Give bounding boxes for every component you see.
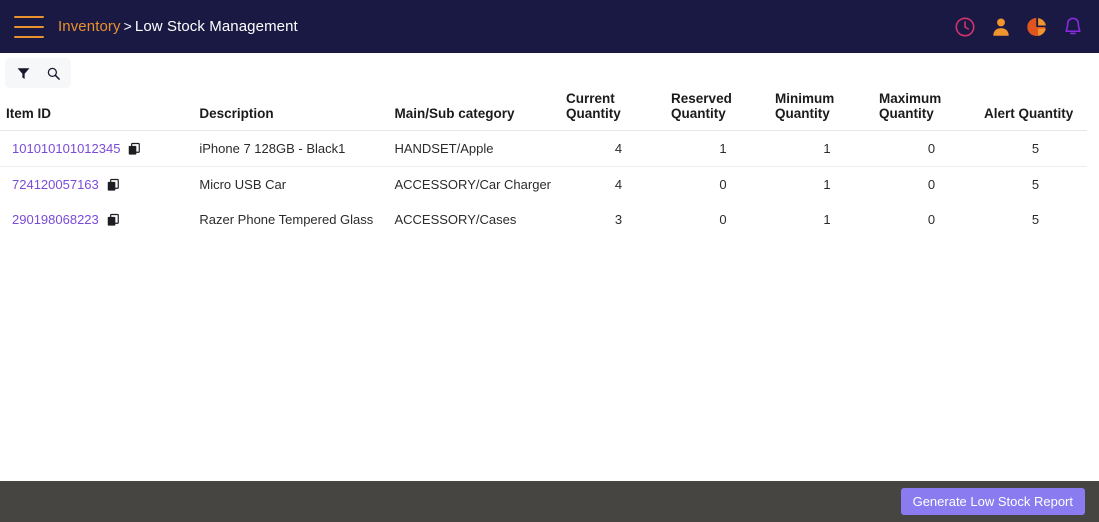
column-header-reserved-quantity[interactable]: Reserved Quantity [671, 91, 775, 131]
column-header-minimum-quantity[interactable]: Minimum Quantity [775, 91, 879, 131]
cell-alert-quantity: 5 [1031, 177, 1040, 192]
cell-reserved-quantity: 0 [719, 212, 727, 227]
column-header-item-id[interactable]: Item ID [0, 91, 200, 131]
table-row[interactable]: 101010101012345 iPhone 7 128GB - Black1 … [0, 130, 1087, 167]
table-body: 101010101012345 iPhone 7 128GB - Black1 … [0, 130, 1087, 238]
cell-reserved-quantity: 0 [719, 177, 727, 192]
copy-icon[interactable] [105, 212, 121, 228]
cell-current-quantity: 4 [565, 130, 672, 167]
top-navigation-bar: Inventory > Low Stock Management [0, 0, 1099, 53]
breadcrumb-current-page: Low Stock Management [134, 18, 298, 35]
cell-minimum-quantity: 1 [823, 212, 831, 227]
low-stock-table: Item ID Description Main/Sub category Cu… [0, 91, 1087, 237]
copy-icon[interactable] [105, 177, 121, 193]
filter-icon[interactable] [13, 63, 33, 83]
column-header-maximum-quantity[interactable]: Maximum Quantity [878, 91, 985, 131]
cell-category: ACCESSORY/Cases [394, 212, 517, 227]
item-id-link[interactable]: 290198068223 [12, 212, 99, 227]
toolbar-panel [5, 58, 71, 88]
vertical-scrollbar-gutter[interactable] [1087, 53, 1099, 481]
column-header-current-quantity[interactable]: Current Quantity [565, 91, 672, 131]
table-row[interactable]: 724120057163 Micro USB Car ACCESSORY/Car… [0, 167, 1087, 203]
cell-alert-quantity: 5 [1031, 212, 1040, 227]
cell-alert-quantity: 5 [984, 130, 1087, 167]
cell-minimum-quantity: 1 [775, 130, 879, 167]
bell-icon[interactable] [1061, 15, 1085, 39]
table-row[interactable]: 290198068223 Razer Phone Tempered Glass … [0, 202, 1087, 237]
cell-item-id: 724120057163 [0, 167, 199, 203]
cell-item-id: 101010101012345 [0, 130, 200, 167]
search-icon[interactable] [43, 63, 63, 83]
low-stock-table-container: Item ID Description Main/Sub category Cu… [0, 91, 1087, 481]
column-header-alert-quantity[interactable]: Alert Quantity [984, 91, 1087, 131]
low-stock-management-page: Inventory > Low Stock Management Item ID… [0, 0, 1099, 522]
cell-description: Micro USB Car [199, 177, 287, 192]
user-icon[interactable] [989, 15, 1013, 39]
breadcrumb-separator: > [123, 18, 132, 34]
breadcrumb-link-inventory[interactable]: Inventory [58, 18, 121, 35]
footer-action-bar: Generate Low Stock Report [0, 481, 1099, 522]
breadcrumb: Inventory > Low Stock Management [58, 18, 298, 35]
clock-icon[interactable] [953, 15, 977, 39]
table-toolbar [0, 53, 1099, 91]
cell-current-quantity: 4 [614, 177, 623, 192]
cell-category: HANDSET/Apple [394, 130, 566, 167]
topbar-icon-group [953, 0, 1085, 53]
cell-maximum-quantity: 0 [878, 130, 985, 167]
copy-icon[interactable] [126, 141, 142, 157]
cell-current-quantity: 3 [614, 212, 623, 227]
table-header-row: Item ID Description Main/Sub category Cu… [0, 91, 1087, 131]
column-header-category[interactable]: Main/Sub category [394, 91, 566, 131]
cell-description: Razer Phone Tempered Glass [199, 212, 374, 227]
cell-category: ACCESSORY/Car Charger [394, 177, 552, 192]
cell-description: iPhone 7 128GB - Black1 [199, 130, 395, 167]
column-header-description[interactable]: Description [199, 91, 395, 131]
item-id-link[interactable]: 101010101012345 [12, 141, 120, 156]
generate-low-stock-report-button[interactable]: Generate Low Stock Report [900, 488, 1085, 515]
hamburger-menu-icon[interactable] [8, 12, 50, 42]
cell-item-id: 290198068223 [0, 202, 199, 237]
cell-maximum-quantity: 0 [927, 177, 936, 192]
item-id-link[interactable]: 724120057163 [12, 177, 99, 192]
cell-maximum-quantity: 0 [927, 212, 936, 227]
cell-minimum-quantity: 1 [823, 177, 831, 192]
cell-reserved-quantity: 1 [671, 130, 775, 167]
pie-chart-icon[interactable] [1025, 15, 1049, 39]
